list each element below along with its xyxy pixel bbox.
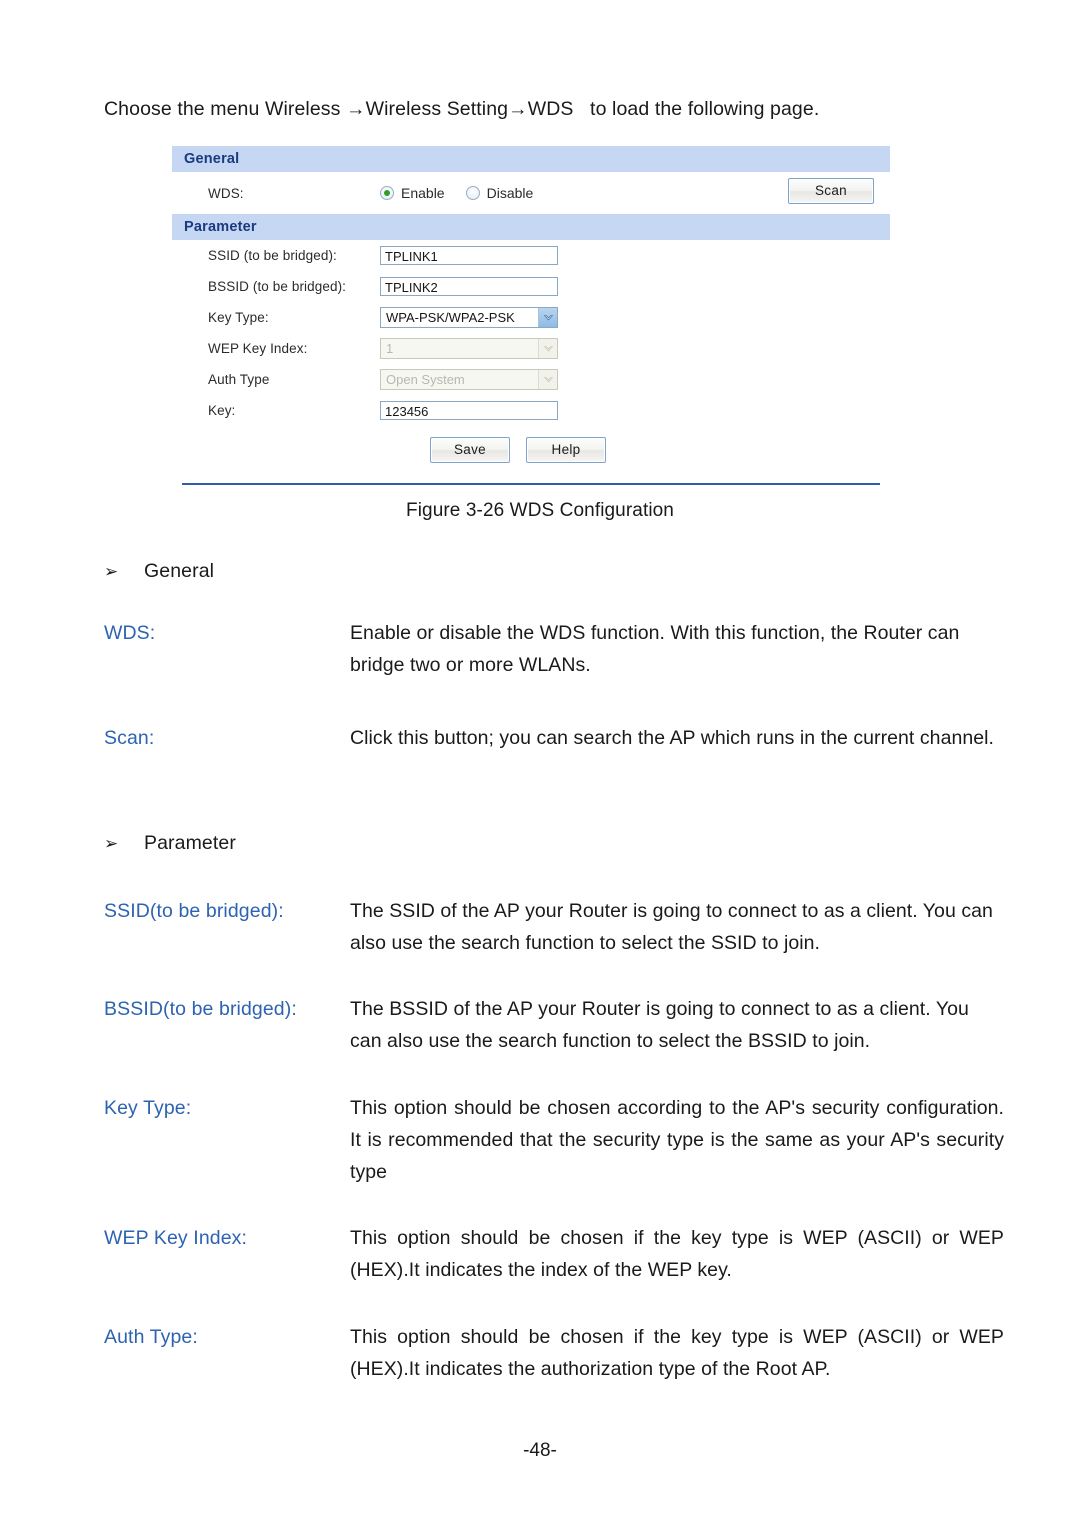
term-wep-key-index: WEP Key Index: xyxy=(104,1227,248,1249)
ssid-input[interactable]: TPLINK1 xyxy=(380,246,558,265)
key-type-label: Key Type: xyxy=(208,310,269,325)
term-key-type: Key Type: xyxy=(104,1097,192,1119)
definition-wds: WDS: Enable or disable the WDS function.… xyxy=(104,617,1004,681)
wep-key-index-select: 1 xyxy=(380,338,558,359)
chevron-down-icon xyxy=(538,370,557,389)
desc-wds: Enable or disable the WDS function. With… xyxy=(350,622,960,676)
general-section-header: General xyxy=(172,146,890,172)
desc-bssid: The BSSID of the AP your Router is going… xyxy=(350,998,969,1052)
wds-enable-radio[interactable] xyxy=(380,186,394,200)
section-title-parameter: Parameter xyxy=(144,832,236,854)
definition-wep-key-index: WEP Key Index: This option should be cho… xyxy=(104,1222,1004,1286)
desc-wep-key-index: This option should be chosen if the key … xyxy=(350,1227,1004,1281)
key-input[interactable]: 123456 xyxy=(380,401,558,420)
wep-key-index-label: WEP Key Index: xyxy=(208,341,308,356)
auth-type-select: Open System xyxy=(380,369,558,390)
term-wds: WDS: xyxy=(104,622,156,644)
parameter-section-body: SSID (to be bridged): TPLINK1 BSSID (to … xyxy=(172,240,890,485)
desc-scan: Click this button; you can search the AP… xyxy=(350,727,994,749)
desc-auth-type: This option should be chosen if the key … xyxy=(350,1326,1004,1380)
term-ssid: SSID(to be bridged): xyxy=(104,900,284,922)
wds-label: WDS: xyxy=(208,185,244,201)
term-auth-type: Auth Type: xyxy=(104,1326,198,1348)
wep-key-index-row: WEP Key Index: 1 xyxy=(172,333,890,364)
auth-type-label: Auth Type xyxy=(208,372,270,387)
section-heading-general: ➢ General xyxy=(104,560,214,583)
auth-type-row: Auth Type Open System xyxy=(172,364,890,395)
term-bssid: BSSID(to be bridged): xyxy=(104,998,297,1020)
save-button[interactable]: Save xyxy=(430,437,510,463)
term-scan: Scan: xyxy=(104,727,155,749)
document-page: Choose the menu Wireless →Wireless Setti… xyxy=(0,0,1080,1527)
ssid-label: SSID (to be bridged): xyxy=(208,248,337,263)
wds-radio-group: Enable Disable xyxy=(380,185,547,201)
key-type-select[interactable]: WPA-PSK/WPA2-PSK xyxy=(380,307,558,328)
arrow-bullet-icon: ➢ xyxy=(104,562,119,581)
panel-divider xyxy=(182,483,880,485)
wep-key-index-value: 1 xyxy=(386,341,394,356)
scan-button[interactable]: Scan xyxy=(788,178,874,204)
key-row: Key: 123456 xyxy=(172,395,890,426)
bssid-row: BSSID (to be bridged): TPLINK2 xyxy=(172,271,890,302)
desc-key-type: This option should be chosen according t… xyxy=(350,1097,1004,1183)
parameter-section-header: Parameter xyxy=(172,214,890,240)
section-heading-parameter: ➢ Parameter xyxy=(104,832,236,855)
figure-caption: Figure 3-26 WDS Configuration xyxy=(406,500,674,521)
wds-disable-radio[interactable] xyxy=(465,186,480,200)
wds-enable-label[interactable]: Enable xyxy=(401,185,445,201)
definition-bssid: BSSID(to be bridged): The BSSID of the A… xyxy=(104,993,1004,1057)
page-number: -48- xyxy=(523,1440,557,1461)
wds-disable-label[interactable]: Disable xyxy=(487,185,534,201)
arrow-bullet-icon: ➢ xyxy=(104,834,119,853)
ssid-row: SSID (to be bridged): TPLINK1 xyxy=(172,240,890,271)
wds-configuration-screenshot: General WDS: Enable Disable Scan Paramet… xyxy=(172,146,890,485)
desc-ssid: The SSID of the AP your Router is going … xyxy=(350,900,993,954)
chevron-down-icon xyxy=(538,308,557,327)
key-type-row: Key Type: WPA-PSK/WPA2-PSK xyxy=(172,302,890,333)
bssid-label: BSSID (to be bridged): xyxy=(208,279,347,294)
definition-key-type: Key Type: This option should be chosen a… xyxy=(104,1092,1004,1188)
intro-paragraph: Choose the menu Wireless →Wireless Setti… xyxy=(104,98,820,120)
bssid-input[interactable]: TPLINK2 xyxy=(380,277,558,296)
general-section-body: WDS: Enable Disable Scan xyxy=(172,172,890,214)
definition-scan: Scan: Click this button; you can search … xyxy=(104,722,1004,754)
wds-row: WDS: Enable Disable Scan xyxy=(172,172,890,214)
definition-ssid: SSID(to be bridged): The SSID of the AP … xyxy=(104,895,1004,959)
panel-action-buttons: Save Help xyxy=(146,426,890,477)
auth-type-value: Open System xyxy=(386,372,465,387)
section-title-general: General xyxy=(144,560,215,582)
key-label: Key: xyxy=(208,403,236,418)
key-type-value: WPA-PSK/WPA2-PSK xyxy=(386,310,515,325)
chevron-down-icon xyxy=(538,339,557,358)
help-button[interactable]: Help xyxy=(526,437,606,463)
definition-auth-type: Auth Type: This option should be chosen … xyxy=(104,1321,1004,1385)
